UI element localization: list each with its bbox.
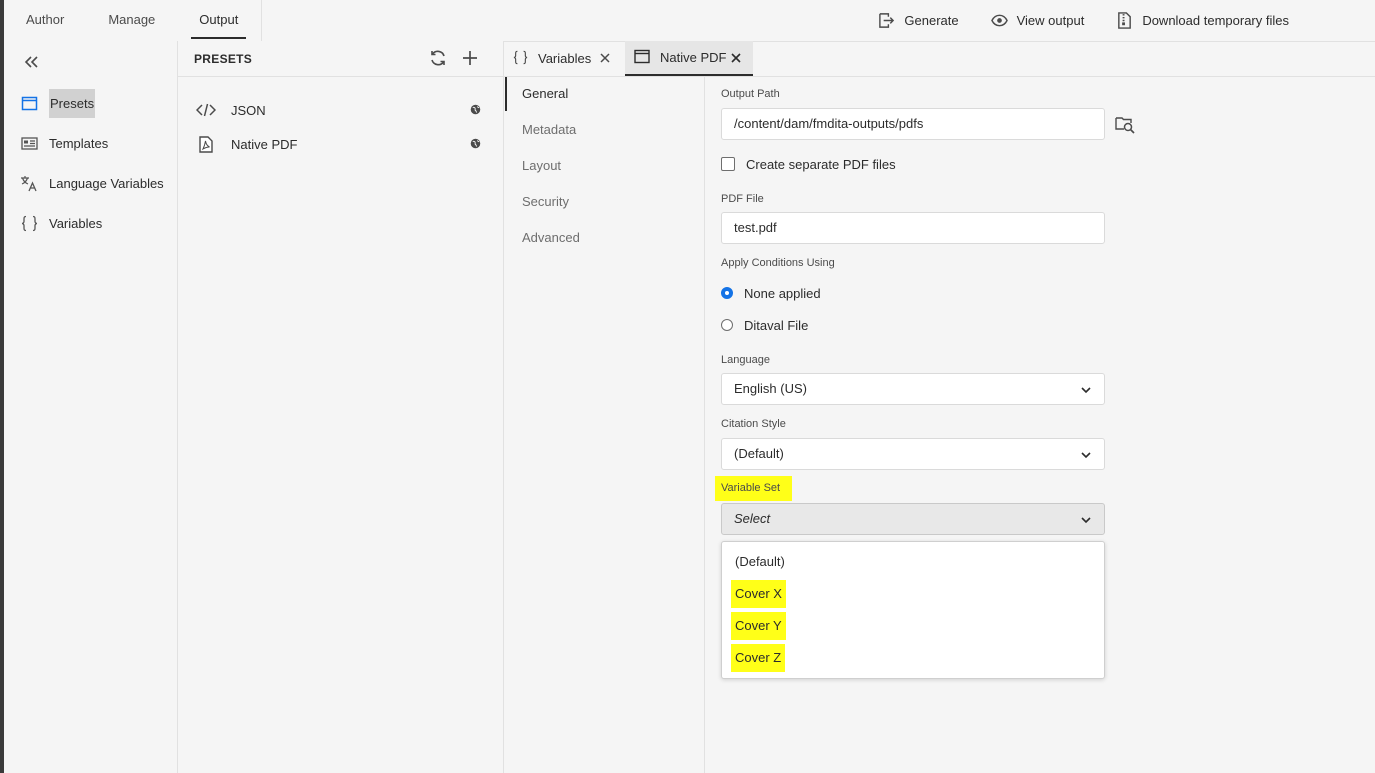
language-label: Language <box>721 354 770 366</box>
top-actions: Generate View output Download temporary … <box>878 0 1289 41</box>
close-icon[interactable] <box>598 51 612 65</box>
tab-author[interactable]: Author <box>4 0 86 41</box>
nav-divider <box>261 0 262 41</box>
language-value: English (US) <box>734 381 807 396</box>
radio-label: None applied <box>744 285 821 301</box>
editor-tabs: Variables Native PDF <box>504 41 1375 77</box>
braces-icon <box>18 215 40 232</box>
radio-button[interactable] <box>721 287 733 299</box>
output-path-field[interactable]: /content/dam/fmdita-outputs/pdfs <box>721 108 1105 140</box>
tab-label: Native PDF <box>660 50 727 65</box>
section-general[interactable]: General <box>505 77 704 111</box>
variable-set-label: Variable Set <box>715 476 793 501</box>
view-output-button[interactable]: View output <box>990 12 1085 29</box>
preset-label: Native PDF <box>231 136 298 152</box>
generate-button[interactable]: Generate <box>878 12 959 29</box>
section-security[interactable]: Security <box>505 185 704 219</box>
braces-icon <box>513 50 528 68</box>
variable-set-dropdown[interactable]: Select <box>721 503 1105 535</box>
citation-style-value: (Default) <box>734 446 784 461</box>
presets-panel: PRESETS JSON Native PDF <box>178 41 504 773</box>
top-nav: Author Manage Output <box>4 0 262 41</box>
pdf-file-icon <box>196 135 216 153</box>
rail-item-templates[interactable]: Templates <box>18 128 108 158</box>
presets-header: PRESETS <box>178 41 503 77</box>
zip-file-icon <box>1118 12 1132 29</box>
rail-item-presets[interactable]: Presets <box>18 88 96 118</box>
rail-label-presets: Presets <box>49 88 96 118</box>
tab-output[interactable]: Output <box>177 0 260 41</box>
download-label: Download temporary files <box>1142 13 1289 28</box>
rail-item-language-variables[interactable]: Language Variables <box>18 168 164 198</box>
rail-item-variables[interactable]: Variables <box>18 208 102 238</box>
section-nav: General Metadata Layout Security Advance… <box>504 77 705 773</box>
checkbox-label: Create separate PDF files <box>746 156 896 172</box>
variable-set-value: Select <box>734 511 771 526</box>
menu-item-default[interactable]: (Default) <box>731 548 789 576</box>
citation-style-dropdown[interactable]: (Default) <box>721 438 1105 470</box>
chevron-down-icon <box>1081 452 1091 459</box>
variable-set-menu: (Default) Cover X Cover Y Cover Z <box>721 541 1105 679</box>
preset-item-json[interactable]: JSON <box>196 96 486 124</box>
section-layout[interactable]: Layout <box>505 149 704 183</box>
rail-label-templates: Templates <box>49 135 109 151</box>
tab-label: Variables <box>538 51 592 66</box>
window-icon <box>18 95 40 112</box>
left-rail: Presets Templates Language Variables Var… <box>4 41 178 773</box>
radio-ditaval-file[interactable]: Ditaval File <box>721 315 808 335</box>
chevron-down-icon <box>1081 387 1091 394</box>
export-icon <box>879 13 895 28</box>
radio-button[interactable] <box>721 319 733 331</box>
window-icon <box>634 49 650 67</box>
generate-label: Generate <box>904 13 959 28</box>
menu-item-cover-y[interactable]: Cover Y <box>731 612 786 640</box>
chevron-down-icon <box>1081 517 1091 524</box>
checkbox-box[interactable] <box>721 157 735 171</box>
add-icon[interactable] <box>461 49 479 67</box>
top-bar: Author Manage Output Generate View outpu… <box>4 0 1375 42</box>
language-dropdown[interactable]: English (US) <box>721 373 1105 405</box>
pdf-file-label: PDF File <box>721 193 764 205</box>
download-temporary-files-button[interactable]: Download temporary files <box>1116 12 1289 29</box>
view-output-label: View output <box>1016 13 1085 28</box>
section-metadata[interactable]: Metadata <box>505 113 704 147</box>
create-separate-pdf-checkbox[interactable]: Create separate PDF files <box>721 154 896 174</box>
rail-label-variables: Variables <box>49 215 103 231</box>
radio-none-applied[interactable]: None applied <box>721 283 821 303</box>
apply-conditions-label: Apply Conditions Using <box>721 257 835 269</box>
citation-style-label: Citation Style <box>721 418 786 430</box>
pdf-file-field[interactable]: test.pdf <box>721 212 1105 244</box>
close-icon[interactable] <box>729 51 743 65</box>
general-settings-form: Output Path /content/dam/fmdita-outputs/… <box>705 77 1375 773</box>
preset-label: JSON <box>231 102 266 118</box>
template-icon <box>18 135 40 152</box>
globe-icon <box>470 138 481 149</box>
menu-item-cover-z[interactable]: Cover Z <box>731 644 786 672</box>
section-advanced[interactable]: Advanced <box>505 221 704 255</box>
radio-label: Ditaval File <box>744 317 809 333</box>
folder-search-icon[interactable] <box>1115 114 1135 134</box>
output-path-label: Output Path <box>721 88 780 100</box>
tab-variables[interactable]: Variables <box>504 41 622 76</box>
refresh-icon[interactable] <box>429 49 447 67</box>
rail-label-language-variables: Language Variables <box>49 175 164 191</box>
eye-icon <box>990 14 1008 27</box>
code-icon <box>196 103 216 117</box>
tab-manage[interactable]: Manage <box>86 0 177 41</box>
tab-native-pdf[interactable]: Native PDF <box>625 41 753 76</box>
double-chevron-left-icon[interactable] <box>22 53 42 71</box>
preset-item-native-pdf[interactable]: Native PDF <box>196 130 486 158</box>
menu-item-cover-x[interactable]: Cover X <box>731 580 786 608</box>
globe-icon <box>470 104 481 115</box>
presets-title: PRESETS <box>194 52 253 66</box>
translate-icon <box>18 175 40 192</box>
